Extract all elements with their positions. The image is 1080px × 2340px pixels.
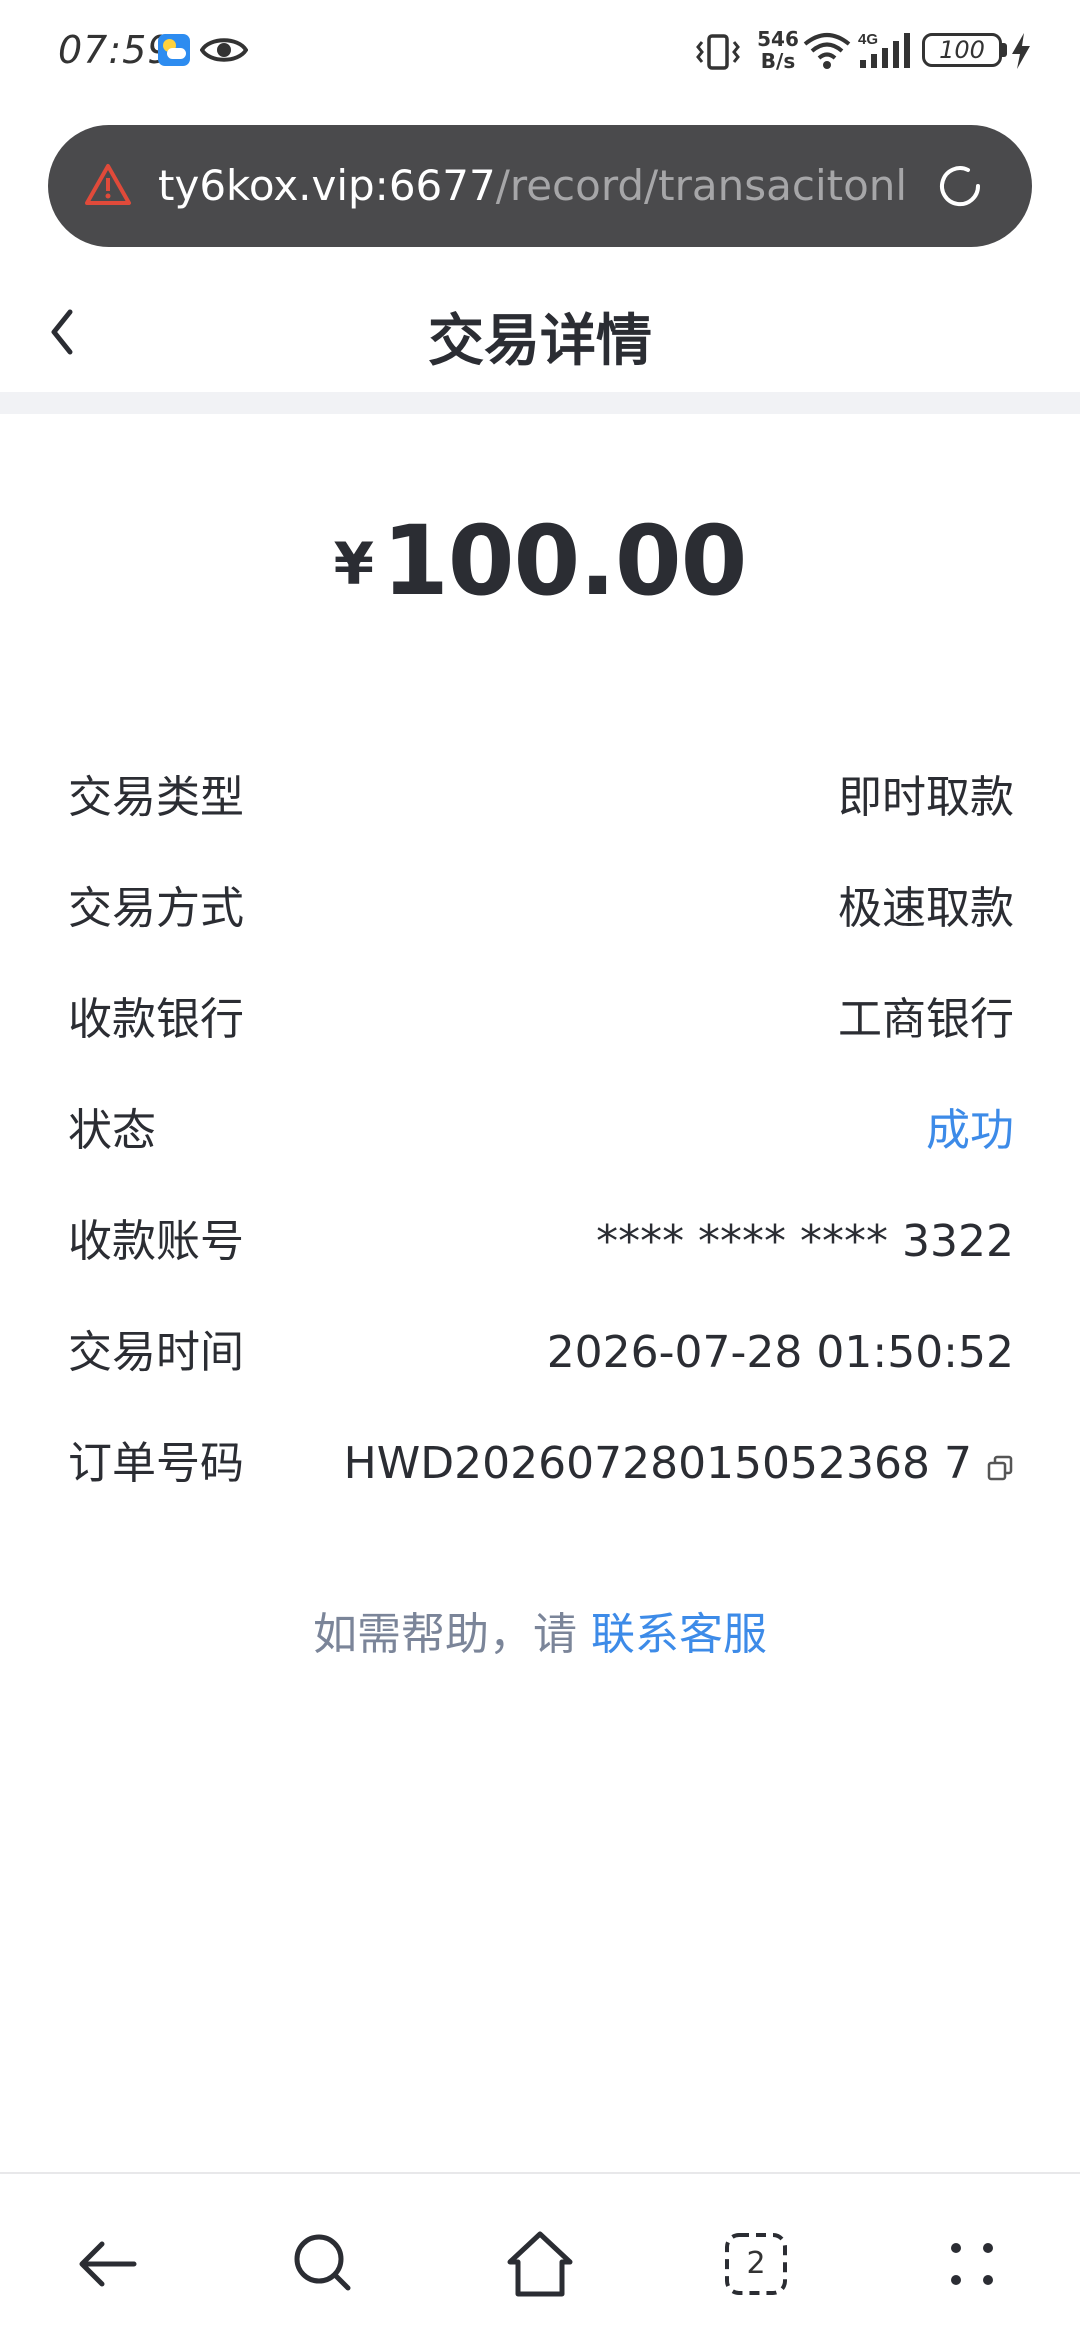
more-dots-icon[interactable] [932,2224,1012,2304]
detail-value: 即时取款 [838,772,1014,823]
tabs-button[interactable]: 2 [724,2232,788,2296]
search-icon[interactable] [284,2224,364,2304]
detail-value: **** **** **** 3322 [596,1216,1014,1267]
page-header: 交易详情 [0,262,1080,392]
help-line: 如需帮助，请 联系客服 [0,1598,1080,1662]
detail-row-bank: 收款银行 工商银行 [68,982,1014,1093]
detail-value: 极速取款 [838,883,1014,934]
status-badge: 成功 [926,1105,1014,1156]
charging-icon [1012,33,1030,69]
currency-symbol: ¥ [333,530,374,598]
address-bar[interactable]: ty6kox.vip:6677/record/transacitonl [48,125,1032,247]
detail-label: 交易类型 [68,772,244,823]
wifi-icon [803,33,851,69]
order-number-text: HWD20260728015052368 7 [343,1438,972,1489]
vibrate-icon [696,34,740,70]
transaction-details: 交易类型 即时取款 交易方式 极速取款 收款银行 工商银行 状态 成功 收款账号… [68,760,1014,1537]
url-text[interactable]: ty6kox.vip:6677/record/transacitonl [158,157,938,217]
transaction-detail-screen: 07:59 546 B/s 4G 100 ty6kox.vip:6677/rec… [0,0,1080,2340]
url-path: /record/transacitonl [495,161,908,210]
detail-row-order: 订单号码 HWD20260728015052368 7 [68,1426,1014,1537]
detail-label: 状态 [68,1105,156,1156]
url-host: ty6kox.vip:6677 [158,161,496,210]
contact-support-link[interactable]: 联系客服 [591,1609,767,1660]
detail-label: 交易方式 [68,883,244,934]
page-title: 交易详情 [428,309,652,374]
amount-value: 100.00 [381,505,747,617]
detail-label: 订单号码 [68,1438,244,1489]
detail-row-status: 状态 成功 [68,1093,1014,1204]
detail-row-method: 交易方式 极速取款 [68,871,1014,982]
detail-value: 2026-07-28 01:50:52 [546,1327,1014,1378]
detail-row-time: 交易时间 2026-07-28 01:50:52 [68,1315,1014,1426]
battery-tip [1002,43,1007,57]
warning-icon[interactable] [84,163,132,207]
detail-label: 交易时间 [68,1327,244,1378]
status-time: 07:59 [58,28,173,72]
detail-value: 工商银行 [838,994,1014,1045]
network-speed: 546 B/s [757,27,799,73]
home-icon[interactable] [500,2224,580,2304]
detail-label: 收款账号 [68,1216,244,1267]
back-arrow-icon[interactable] [68,2224,148,2304]
detail-row-type: 交易类型 即时取款 [68,760,1014,871]
signal-icon: 4G [858,31,910,68]
detail-label: 收款银行 [68,994,244,1045]
battery-icon: 100 [922,33,1002,67]
eye-icon [200,38,248,62]
tab-count: 2 [746,2246,766,2281]
help-text: 如需帮助，请 [313,1609,591,1660]
detail-row-account: 收款账号 **** **** **** 3322 [68,1204,1014,1315]
reload-icon[interactable] [930,156,990,216]
header-divider [0,392,1080,414]
status-bar: 07:59 546 B/s 4G 100 [0,0,1080,104]
transaction-amount: ¥100.00 [0,505,1080,617]
copy-icon[interactable] [986,1454,1014,1482]
weather-icon [158,34,190,66]
browser-bottom-nav: 2 [0,2172,1080,2340]
order-number-value: HWD20260728015052368 7 [344,1426,1014,1502]
signal-type: 4G [858,31,878,48]
